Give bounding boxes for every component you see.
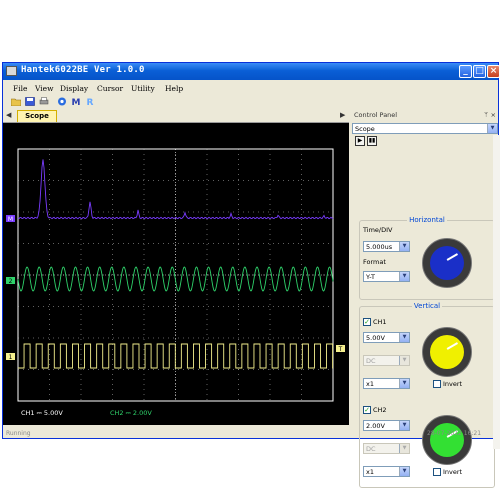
stop-button[interactable]: ▮▮ [367,136,377,146]
ch2-readout: CH2 ⎓ 2.00V [110,409,152,417]
status-bar: Running 28-07-2012 16:21 [3,429,498,438]
ch1-checkbox[interactable]: ✓ [363,318,371,326]
panel-close-icon[interactable]: × [491,110,496,121]
panel-selector[interactable]: Scope ▼ [352,123,498,134]
chevron-down-icon[interactable]: ▼ [487,124,497,133]
run-button[interactable]: ▶ [355,136,365,146]
format-label: Format [363,258,386,266]
horizontal-knob[interactable] [422,238,472,288]
ch1-probe-value: x1 [366,380,374,388]
vertical-title: Vertical [411,302,443,310]
app-icon [6,66,17,76]
chevron-down-icon: ▼ [399,444,409,453]
settings-icon[interactable] [57,97,67,106]
chevron-down-icon[interactable]: ▼ [399,242,409,251]
ch2-knob[interactable] [422,415,472,465]
scope-display[interactable]: M 2 1 T CH1 ⎓ 5.00V CH2 ⎓ 2.00V [3,123,349,425]
ch1-marker: 1 [6,353,15,361]
panel-selector-value: Scope [355,125,375,133]
time-div-select[interactable]: 5.000us ▼ [363,241,410,252]
status-datetime: 28-07-2012 16:21 [427,430,482,437]
tab-scope[interactable]: Scope [17,110,57,122]
chevron-down-icon[interactable]: ▼ [399,333,409,342]
ch1-knob[interactable] [422,327,472,377]
close-button[interactable]: × [487,65,500,78]
svg-text:2: 2 [9,278,13,285]
tab-strip: ◀ Scope ▶ [3,110,349,123]
menu-help[interactable]: Help [165,84,183,93]
horizontal-knob-face [430,246,464,280]
menu-view[interactable]: View [35,84,54,93]
chevron-down-icon: ▼ [399,356,409,365]
menu-display[interactable]: Display [60,84,88,93]
marker-m-icon[interactable]: M [71,97,81,106]
menu-cursor[interactable]: Cursor [97,84,123,93]
math-marker: M [6,215,15,223]
tab-right-arrow[interactable]: ▶ [340,111,345,119]
control-panel-header: Control Panel ᛘ × [351,110,498,121]
pin-icon[interactable]: ᛘ [484,110,488,121]
ch1-knob-face [430,335,464,369]
title-bar[interactable]: Hantek6022BE Ver 1.0.0 _ □ × [3,63,500,80]
horizontal-group: Horizontal Time/DIV 5.000us ▼ Format Y-T… [359,216,495,300]
ch2-invert-checkbox[interactable] [433,468,441,476]
ch2-invert-label: Invert [443,468,463,476]
svg-text:T: T [338,346,343,353]
ch2-coupling-select[interactable]: DC ▼ [363,443,410,454]
toolbar: M R [3,95,498,109]
menu-file[interactable]: File [13,84,27,93]
ch2-checkbox[interactable]: ✓ [363,406,371,414]
ch1-label: CH1 [373,318,387,326]
maximize-button[interactable]: □ [473,65,486,78]
ch2-label: CH2 [373,406,387,414]
svg-text:R: R [87,98,94,106]
ch1-coupling-select[interactable]: DC ▼ [363,355,410,366]
format-value: Y-T [366,273,375,281]
chevron-down-icon[interactable]: ▼ [399,272,409,281]
print-icon[interactable] [39,97,49,106]
save-icon[interactable] [25,97,35,106]
scope-screen[interactable]: M 2 1 T CH1 ⎓ 5.00V CH2 ⎓ 2.00V [3,123,349,425]
control-panel: Control Panel ᛘ × Scope ▼ ▶ ▮▮ Horizonta… [351,110,498,488]
ch1-coupling-value: DC [366,357,376,365]
minimize-button[interactable]: _ [459,65,472,78]
ch1-invert-label: Invert [443,380,463,388]
ch2-coupling-value: DC [366,445,376,453]
svg-text:M: M [8,216,13,223]
menu-utility[interactable]: Utility [131,84,155,93]
panel-scrollbar[interactable] [493,135,500,449]
ch1-trace [18,343,334,369]
svg-text:1: 1 [9,354,13,361]
status-text: Running [6,430,31,437]
ch1-probe-select[interactable]: x1 ▼ [363,378,410,389]
format-select[interactable]: Y-T ▼ [363,271,410,282]
ch2-marker: 2 [6,277,15,285]
menu-bar: File View Display Cursor Utility Help [3,81,498,95]
control-panel-title: Control Panel [354,111,398,119]
horizontal-title: Horizontal [407,216,447,224]
chevron-down-icon[interactable]: ▼ [399,467,409,476]
ch2-probe-select[interactable]: x1 ▼ [363,466,410,477]
window-title: Hantek6022BE Ver 1.0.0 [21,65,145,75]
vertical-group: Vertical ✓ CH1 5.00V ▼ DC ▼ x1 ▼ Invert [359,302,495,488]
marker-r-icon[interactable]: R [85,97,95,106]
app-window: Hantek6022BE Ver 1.0.0 _ □ × File View D… [2,62,500,488]
trigger-marker: T [336,345,345,353]
ch1-volts-select[interactable]: 5.00V ▼ [363,332,410,343]
ch1-invert-checkbox[interactable] [433,380,441,388]
open-icon[interactable] [11,97,21,106]
tab-left-arrow[interactable]: ◀ [6,111,11,119]
ch2-probe-value: x1 [366,468,374,476]
time-div-value: 5.000us [366,243,393,251]
chevron-down-icon[interactable]: ▼ [399,379,409,388]
ch1-readout: CH1 ⎓ 5.00V [21,409,63,417]
time-div-label: Time/DIV [363,226,393,234]
svg-text:M: M [72,98,81,106]
ch1-volts-value: 5.00V [366,334,385,342]
